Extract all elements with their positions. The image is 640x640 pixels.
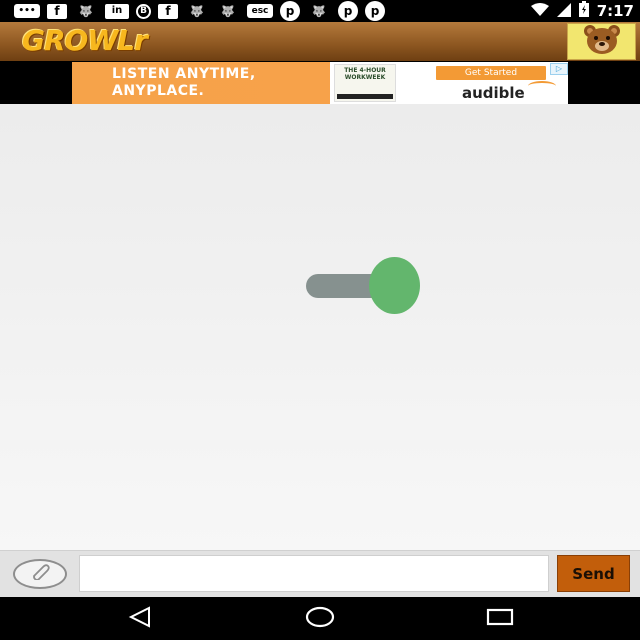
ad-container: LISTEN ANYTIME, ANYPLACE. THE 4-HOUR WOR… <box>0 61 640 104</box>
ad-headline: LISTEN ANYTIME, ANYPLACE. <box>112 66 256 99</box>
facebook-icon: f <box>47 3 67 19</box>
messaging-icon: ••• <box>14 4 40 18</box>
notification-icons: ••• f 🐺 in Bf 🐺 🐺 esc p 🐺 p p <box>14 1 385 21</box>
pinterest-icon: p <box>280 1 300 21</box>
home-button[interactable] <box>300 605 340 633</box>
escape-key-icon: esc <box>247 4 273 18</box>
pinterest-icon: p <box>338 1 358 21</box>
back-button[interactable] <box>120 605 160 633</box>
home-circle-icon <box>305 605 335 633</box>
linkedin-icon: in <box>105 3 129 19</box>
navigation-bar <box>0 597 640 640</box>
ad-get-started-button[interactable]: Get Started <box>436 66 546 80</box>
back-triangle-icon <box>127 606 153 632</box>
growlr-logo: GROWLr <box>22 24 148 57</box>
profile-bear-button[interactable] <box>567 23 636 60</box>
toggle-thumb <box>369 257 420 314</box>
audible-swoosh-icon <box>528 81 556 91</box>
facebook-icon: f <box>158 3 178 19</box>
message-composer: Send <box>0 550 640 597</box>
paperclip-icon <box>29 564 51 584</box>
cellular-signal-icon <box>556 2 571 21</box>
recents-button[interactable] <box>480 605 520 633</box>
attach-button[interactable] <box>13 559 67 589</box>
toggle-switch[interactable] <box>306 257 420 315</box>
status-bar: ••• f 🐺 in Bf 🐺 🐺 esc p 🐺 p p 7:17 <box>0 0 640 22</box>
message-input[interactable] <box>79 555 549 592</box>
wolf-icon: 🐺 <box>221 4 235 18</box>
wolf-icon: 🐺 <box>190 4 204 18</box>
app-header: GROWLr <box>0 22 640 61</box>
ad-book-cover: THE 4-HOUR WORKWEEK <box>334 64 396 102</box>
audible-ad-banner[interactable]: LISTEN ANYTIME, ANYPLACE. THE 4-HOUR WOR… <box>72 62 568 104</box>
ad-brand: audible <box>462 84 525 102</box>
ad-choices-icon[interactable]: ▷ <box>550 63 568 75</box>
wolf-icon: 🐺 <box>312 4 326 18</box>
clock: 7:17 <box>596 2 634 20</box>
battery-charging-icon <box>578 1 589 21</box>
wifi-icon <box>530 2 549 21</box>
blogger-icon: B <box>136 3 151 19</box>
pinterest-icon: p <box>365 1 385 21</box>
ad-book-title: THE 4-HOUR WORKWEEK <box>344 67 386 81</box>
app-screen: ••• f 🐺 in Bf 🐺 🐺 esc p 🐺 p p 7:17 GROWLr <box>0 0 640 640</box>
main-content <box>0 104 640 550</box>
system-icons: 7:17 <box>530 1 634 21</box>
send-button[interactable]: Send <box>557 555 630 592</box>
wolf-icon: 🐺 <box>79 4 93 18</box>
bear-icon <box>577 23 627 61</box>
recents-square-icon <box>486 607 514 631</box>
